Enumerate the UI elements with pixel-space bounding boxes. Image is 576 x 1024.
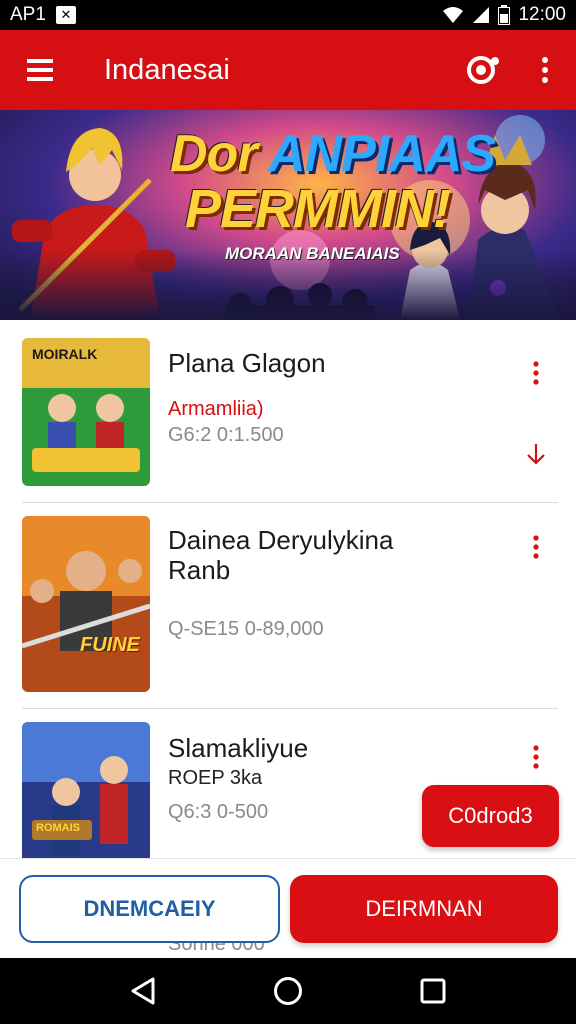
game-cover-art <box>22 722 150 858</box>
item-price: G6:2 0:1.500 <box>168 424 284 446</box>
home-circle-icon <box>273 977 302 1005</box>
banner-subheadline: MORAAN BANEAIAIS <box>225 244 400 263</box>
item-subtitle: Armamliia) <box>168 398 264 420</box>
home-button[interactable] <box>258 961 318 1021</box>
game-cover-art <box>22 516 150 692</box>
game-list: MOIRALK Plana Glagon Armamliia) G6:2 0:1… <box>0 320 576 858</box>
status-carrier-text: AP1 <box>10 4 46 25</box>
menu-button[interactable] <box>0 30 80 110</box>
more-vert-icon <box>542 57 548 83</box>
game-thumbnail[interactable]: MOIRALK <box>22 338 150 486</box>
list-item[interactable]: MOIRALK Plana Glagon Armamliia) G6:2 0:1… <box>0 320 576 502</box>
more-vert-icon <box>533 361 539 385</box>
game-thumbnail[interactable]: ROMAIS <box>22 722 150 858</box>
banner-headline: Dor ANPIAAS <box>170 124 496 184</box>
game-thumbnail[interactable]: FUINE <box>22 516 150 692</box>
item-more-button[interactable] <box>522 737 550 777</box>
item-title: Slamakliyue <box>168 733 309 763</box>
list-item[interactable]: FUINE Dainea Deryulykina Ranb Q-SE15 0-8… <box>0 503 576 708</box>
status-bar: AP1 ✕ 12:00 <box>0 0 576 30</box>
record-icon <box>467 56 499 84</box>
download-button[interactable] <box>522 434 550 474</box>
back-button[interactable] <box>113 961 173 1021</box>
thumb-title: ROMAIS <box>36 822 80 834</box>
battery-icon <box>498 5 511 25</box>
item-title: Plana Glagon <box>168 348 326 378</box>
promo-banner[interactable]: Dor ANPIAAS PERMMIN! MORAAN BANEAIAIS <box>0 110 576 320</box>
recents-square-icon <box>420 978 446 1004</box>
primary-button[interactable]: DEIRMNAN <box>290 875 558 943</box>
more-vert-icon <box>533 535 539 559</box>
item-more-button[interactable] <box>522 527 550 567</box>
back-triangle-icon <box>131 977 155 1005</box>
overflow-menu-button[interactable] <box>514 30 576 110</box>
item-price: Q-SE15 0-89,000 <box>168 618 324 640</box>
floating-action-button[interactable]: C0drod3 <box>422 785 559 847</box>
more-vert-icon <box>533 745 539 769</box>
banner-headline-part2: ANPIAAS <box>268 125 496 183</box>
thumb-title: MOIRALK <box>32 346 98 362</box>
banner-headline-line2: PERMMIN! <box>185 179 451 239</box>
record-button[interactable] <box>452 30 514 110</box>
item-more-button[interactable] <box>522 353 550 393</box>
system-nav-bar <box>0 958 576 1024</box>
wifi-icon <box>443 7 464 23</box>
banner-headline-part1: Dor <box>170 125 269 183</box>
app-title: Indanesai <box>104 53 230 86</box>
item-title: Dainea Deryulykina Ranb <box>168 525 394 585</box>
hamburger-icon <box>27 59 53 81</box>
secondary-button[interactable]: DNEMCAEIY <box>19 875 280 943</box>
item-subtitle: ROEP 3ka <box>168 767 263 789</box>
thumb-title: FUINE <box>80 634 140 656</box>
signal-icon <box>473 7 490 23</box>
arrow-down-icon <box>527 444 545 465</box>
recents-button[interactable] <box>403 961 463 1021</box>
notification-icon: ✕ <box>55 6 76 24</box>
item-price: Q6:3 0-500 <box>168 801 269 823</box>
app-bar: Indanesai <box>0 30 576 110</box>
bottom-action-bar: Sonne 000 DNEMCAEIY DEIRMNAN <box>0 858 576 958</box>
status-time: 12:00 <box>518 4 566 25</box>
